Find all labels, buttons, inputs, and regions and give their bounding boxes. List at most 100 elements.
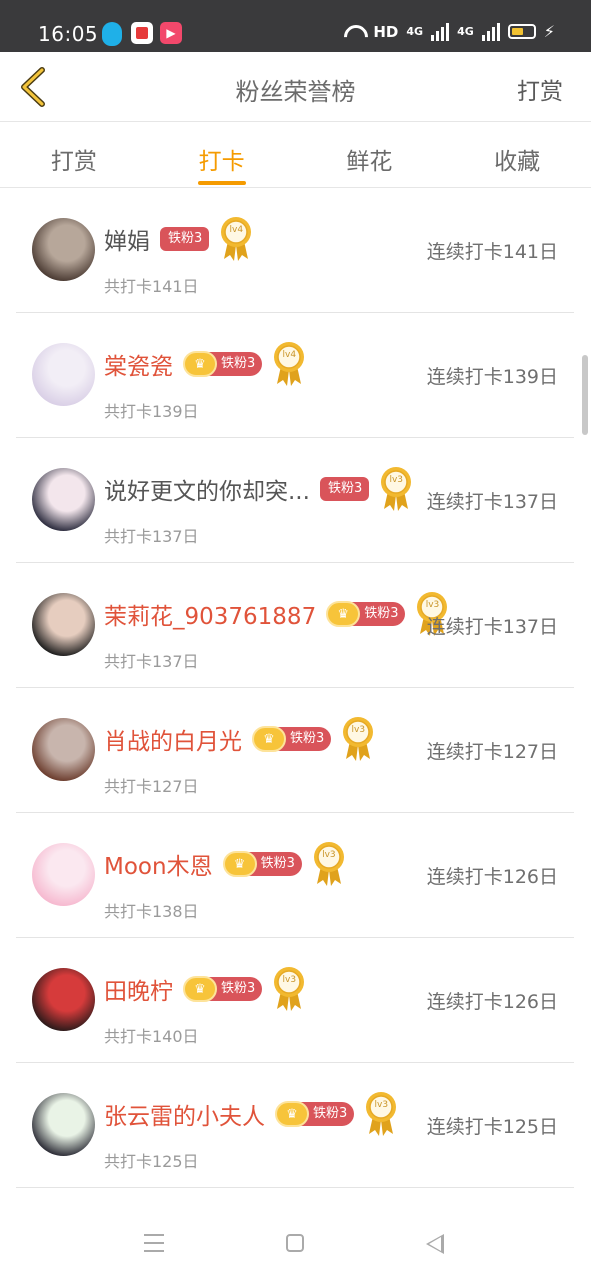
name-line: 婵娟 铁粉3 lv4 (104, 217, 253, 261)
name-line: 张云雷的小夫人 ♛ 铁粉3 lv3 (104, 1092, 398, 1136)
reward-button[interactable]: 打赏 (517, 72, 563, 106)
system-nav-bar (0, 1210, 591, 1280)
streak-checkin: 连续打卡137日 (426, 491, 558, 513)
signal-icon-1 (431, 22, 450, 41)
signal-label-1: 4G (406, 25, 424, 38)
fan-badge: ♛ 铁粉3 (252, 726, 332, 752)
streak-checkin: 连续打卡139日 (426, 366, 558, 388)
home-icon[interactable] (286, 1234, 304, 1252)
fan-level-tag: 铁粉3 (160, 227, 210, 251)
total-checkin: 共打卡141日 (104, 277, 199, 296)
crown-icon: ♛ (222, 851, 257, 877)
crown-icon: ♛ (275, 1101, 309, 1127)
list-item[interactable]: 茉莉花_903761887 ♛ 铁粉3 lv3 共打卡137日 连续打卡137日 (16, 563, 574, 688)
crown-icon: ♛ (326, 601, 361, 627)
fan-badge: ♛ 铁粉3 (183, 351, 263, 377)
signal-icon-2 (481, 22, 500, 41)
total-checkin: 共打卡137日 (104, 652, 199, 671)
avatar[interactable] (32, 343, 95, 406)
scrollbar[interactable] (582, 355, 588, 435)
streak-checkin: 连续打卡125日 (426, 1116, 558, 1138)
list-item[interactable]: 说好更文的你却突... 铁粉3 lv3 共打卡137日 连续打卡137日 (16, 438, 574, 563)
status-time: 16:05 (38, 22, 99, 46)
fan-badge: 铁粉3 (319, 477, 370, 501)
user-name[interactable]: 说好更文的你却突... (104, 472, 310, 506)
battery-icon (507, 24, 536, 39)
user-name[interactable]: 棠瓷瓷 (104, 347, 173, 381)
signal-label-2: 4G (457, 25, 474, 38)
fan-badge: ♛ 铁粉3 (183, 976, 263, 1002)
medal-level-label: lv3 (374, 1100, 389, 1110)
list-item[interactable]: 婵娟 铁粉3 lv4 共打卡141日 连续打卡141日 (16, 188, 574, 313)
streak-checkin: 连续打卡141日 (426, 241, 558, 263)
fan-badge: ♛ 铁粉3 (326, 601, 406, 627)
fan-badge: ♛ 铁粉3 (222, 851, 302, 877)
user-name[interactable]: Moon木恩 (104, 847, 213, 881)
medal-level-label: lv3 (351, 725, 366, 735)
name-line: Moon木恩 ♛ 铁粉3 lv3 (104, 842, 346, 886)
name-line: 肖战的白月光 ♛ 铁粉3 lv3 (104, 717, 375, 761)
play-app-icon: ▶ (160, 22, 182, 44)
medal-icon: lv3 (272, 965, 306, 1013)
medal-icon: lv3 (364, 1090, 398, 1138)
avatar[interactable] (32, 968, 95, 1031)
list-item[interactable]: Moon木恩 ♛ 铁粉3 lv3 共打卡138日 连续打卡126日 (16, 813, 574, 938)
charging-icon: ⚡ (543, 22, 555, 41)
name-line: 棠瓷瓷 ♛ 铁粉3 lv4 (104, 342, 306, 386)
wifi-icon (343, 23, 365, 41)
crown-icon: ♛ (252, 726, 286, 752)
total-checkin: 共打卡140日 (104, 1027, 199, 1046)
medal-level-label: lv4 (282, 350, 297, 360)
tab-2[interactable]: 鲜花 (296, 122, 444, 187)
medal-icon: lv3 (379, 465, 413, 513)
tab-1[interactable]: 打卡 (148, 122, 296, 187)
avatar[interactable] (32, 843, 95, 906)
streak-checkin: 连续打卡126日 (426, 866, 558, 888)
name-line: 田晚柠 ♛ 铁粉3 lv3 (104, 967, 306, 1011)
list-item[interactable]: 肖战的白月光 ♛ 铁粉3 lv3 共打卡127日 连续打卡127日 (16, 688, 574, 813)
app-header: 粉丝荣誉榜 打赏 (0, 52, 591, 122)
hd-indicator: HD (373, 22, 399, 41)
list-item[interactable]: 田晚柠 ♛ 铁粉3 lv3 共打卡140日 连续打卡126日 (16, 938, 574, 1063)
fan-badge: ♛ 铁粉3 (275, 1101, 355, 1127)
crown-icon: ♛ (183, 351, 217, 377)
total-checkin: 共打卡139日 (104, 402, 199, 421)
back-triangle-icon[interactable] (426, 1234, 444, 1254)
medal-icon: lv4 (272, 340, 306, 388)
crown-icon: ♛ (183, 976, 217, 1002)
user-name[interactable]: 婵娟 (104, 222, 150, 256)
streak-checkin: 连续打卡126日 (426, 991, 558, 1013)
medal-icon: lv3 (312, 840, 346, 888)
total-checkin: 共打卡125日 (104, 1152, 199, 1171)
avatar[interactable] (32, 1093, 95, 1156)
fan-badge: 铁粉3 (160, 227, 210, 251)
medal-level-label: lv3 (282, 975, 297, 985)
tab-3[interactable]: 收藏 (443, 122, 591, 187)
medal-icon: lv3 (341, 715, 375, 763)
fan-ranking-list: 婵娟 铁粉3 lv4 共打卡141日 连续打卡141日 棠瓷瓷 ♛ 铁粉3 lv4 共打卡139日… (16, 188, 574, 1188)
avatar[interactable] (32, 718, 95, 781)
medal-icon: lv4 (219, 215, 253, 263)
list-item[interactable]: 张云雷的小夫人 ♛ 铁粉3 lv3 共打卡125日 连续打卡125日 (16, 1063, 574, 1188)
status-bar: 16:05 ▶ HD 4G 4G ⚡ (0, 0, 591, 52)
notification-app-icon (131, 22, 153, 44)
streak-checkin: 连续打卡127日 (426, 741, 558, 763)
medal-level-label: lv3 (322, 850, 336, 860)
medal-level-label: lv3 (389, 475, 403, 485)
user-name[interactable]: 田晚柠 (104, 972, 173, 1006)
page-title: 粉丝荣誉榜 (235, 78, 356, 106)
user-name[interactable]: 茉莉花_903761887 (104, 597, 316, 631)
medal-level-label: lv4 (229, 225, 244, 235)
list-item[interactable]: 棠瓷瓷 ♛ 铁粉3 lv4 共打卡139日 连续打卡139日 (16, 313, 574, 438)
streak-checkin: 连续打卡137日 (426, 616, 558, 638)
tab-0[interactable]: 打赏 (0, 122, 148, 187)
avatar[interactable] (32, 218, 95, 281)
avatar[interactable] (32, 468, 95, 531)
user-name[interactable]: 张云雷的小夫人 (104, 1097, 265, 1131)
menu-icon[interactable] (144, 1234, 164, 1252)
user-name[interactable]: 肖战的白月光 (104, 722, 242, 756)
avatar[interactable] (32, 593, 95, 656)
status-right-icons: HD 4G 4G ⚡ (343, 22, 555, 41)
total-checkin: 共打卡137日 (104, 527, 199, 546)
total-checkin: 共打卡138日 (104, 902, 199, 921)
